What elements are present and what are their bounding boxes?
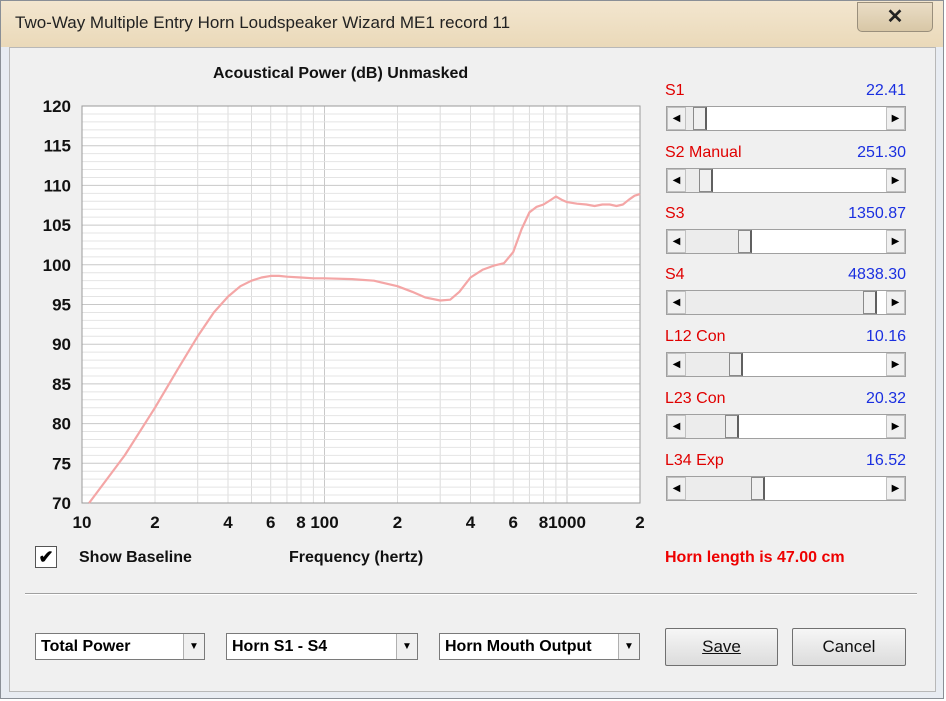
right-arrow-icon[interactable]: ▶ (886, 230, 905, 253)
left-arrow-icon[interactable]: ◀ (667, 353, 686, 376)
slider-track-fill (686, 230, 739, 253)
output-point-value: Horn Mouth Output (445, 638, 592, 655)
x-tick-label: 4 (223, 513, 233, 532)
slider-value: 10.16 (865, 328, 906, 345)
slider-group: L12 Con 10.16 ◀ ▶ (664, 328, 906, 386)
y-tick-label: 85 (52, 375, 71, 394)
save-button[interactable]: Save (665, 628, 778, 666)
x-tick-label: 2 (635, 513, 644, 532)
slider-value: 1350.87 (848, 205, 906, 222)
slider-thumb[interactable] (751, 477, 766, 500)
slider-value: 22.41 (865, 82, 906, 99)
right-arrow-icon[interactable]: ▶ (886, 353, 905, 376)
x-tick-label: 10 (73, 513, 92, 532)
slider-value: 20.32 (865, 390, 906, 407)
slider-thumb[interactable] (725, 415, 740, 438)
slider-group: S4 4838.30 ◀ ▶ (664, 266, 906, 324)
y-tick-label: 95 (52, 296, 71, 315)
slider-label: L23 Con (665, 390, 726, 407)
scrollbar-slider[interactable]: ◀ ▶ (666, 352, 906, 377)
output-point-dropdown[interactable]: Horn Mouth Output ▼ (439, 633, 640, 660)
x-axis-label: Frequency (hertz) (289, 549, 424, 566)
output-type-dropdown[interactable]: Total Power ▼ (35, 633, 205, 660)
horn-section-value: Horn S1 - S4 (232, 638, 328, 655)
left-arrow-icon[interactable]: ◀ (667, 230, 686, 253)
left-arrow-icon[interactable]: ◀ (667, 477, 686, 500)
y-tick-label: 115 (44, 137, 71, 156)
y-tick-label: 100 (43, 256, 71, 275)
slider-group: L34 Exp 16.52 ◀ ▶ (664, 452, 906, 510)
slider-thumb[interactable] (728, 353, 743, 376)
scrollbar-slider[interactable]: ◀ ▶ (666, 106, 906, 131)
slider-thumb[interactable] (699, 169, 714, 192)
y-tick-label: 70 (52, 494, 71, 513)
x-tick-label: 2 (150, 513, 159, 532)
chevron-down-icon[interactable]: ▼ (183, 634, 204, 659)
slider-track-fill (686, 107, 694, 130)
slider-value: 4838.30 (848, 266, 906, 283)
right-arrow-icon[interactable]: ▶ (886, 291, 905, 314)
y-tick-label: 90 (52, 335, 71, 354)
y-tick-label: 110 (44, 176, 71, 195)
left-arrow-icon[interactable]: ◀ (667, 291, 686, 314)
right-arrow-icon[interactable]: ▶ (886, 415, 905, 438)
y-tick-label: 80 (52, 415, 71, 434)
x-tick-label: 8 (539, 513, 548, 532)
horn-section-dropdown[interactable]: Horn S1 - S4 ▼ (226, 633, 418, 660)
y-tick-label: 75 (52, 454, 71, 473)
scrollbar-slider[interactable]: ◀ ▶ (666, 168, 906, 193)
slider-track-fill (686, 415, 726, 438)
x-tick-label: 100 (310, 513, 338, 532)
slider-thumb[interactable] (738, 230, 753, 253)
show-baseline-label[interactable]: Show Baseline (79, 549, 192, 567)
x-tick-label: 2 (393, 513, 402, 532)
right-arrow-icon[interactable]: ▶ (886, 107, 905, 130)
scrollbar-slider[interactable]: ◀ ▶ (666, 229, 906, 254)
x-tick-label: 1000 (548, 513, 586, 532)
slider-thumb[interactable] (693, 107, 708, 130)
slider-label: L34 Exp (665, 452, 724, 469)
slider-track-fill (686, 169, 700, 192)
slider-label: L12 Con (665, 328, 726, 345)
right-arrow-icon[interactable]: ▶ (886, 169, 905, 192)
slider-group: L23 Con 20.32 ◀ ▶ (664, 390, 906, 448)
chevron-down-icon[interactable]: ▼ (396, 634, 417, 659)
checkmark-icon: ✔ (38, 546, 54, 567)
x-tick-label: 4 (466, 513, 476, 532)
slider-label: S3 (665, 205, 685, 222)
output-type-value: Total Power (41, 638, 131, 655)
right-arrow-icon[interactable]: ▶ (886, 477, 905, 500)
slider-label: S1 (665, 82, 685, 99)
scrollbar-slider[interactable]: ◀ ▶ (666, 476, 906, 501)
horn-length-text: Horn length is 47.00 cm (665, 549, 845, 566)
y-tick-label: 120 (43, 97, 71, 116)
left-arrow-icon[interactable]: ◀ (667, 415, 686, 438)
separator (25, 593, 917, 595)
y-tick-label: 105 (43, 216, 71, 235)
scrollbar-slider[interactable]: ◀ ▶ (666, 290, 906, 315)
left-arrow-icon[interactable]: ◀ (667, 107, 686, 130)
scrollbar-slider[interactable]: ◀ ▶ (666, 414, 906, 439)
x-tick-label: 6 (508, 513, 517, 532)
chevron-down-icon[interactable]: ▼ (618, 634, 639, 659)
left-arrow-icon[interactable]: ◀ (667, 169, 686, 192)
slider-track-fill (686, 477, 752, 500)
slider-group: S3 1350.87 ◀ ▶ (664, 205, 906, 263)
cancel-button[interactable]: Cancel (792, 628, 906, 666)
slider-label: S2 Manual (665, 144, 742, 161)
slider-thumb[interactable] (862, 291, 877, 314)
slider-group: S2 Manual 251.30 ◀ ▶ (664, 144, 906, 202)
slider-track-fill (686, 353, 729, 376)
slider-value: 16.52 (865, 452, 906, 469)
slider-label: S4 (665, 266, 685, 283)
slider-value: 251.30 (857, 144, 906, 161)
show-baseline-checkbox[interactable]: ✔ (35, 546, 57, 568)
slider-track-fill (686, 291, 863, 314)
slider-group: S1 22.41 ◀ ▶ (664, 82, 906, 140)
x-tick-label: 6 (266, 513, 275, 532)
x-tick-label: 8 (296, 513, 305, 532)
